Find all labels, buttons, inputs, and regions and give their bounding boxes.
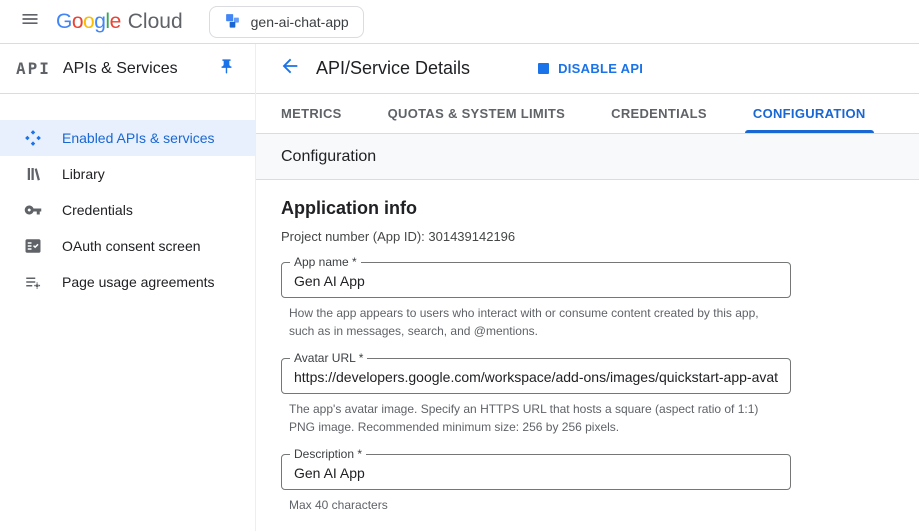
stop-square-icon bbox=[538, 63, 549, 74]
form-group-avatar-url: Avatar URL * The app's avatar image. Spe… bbox=[281, 358, 894, 436]
logo-cloud-text: Cloud bbox=[128, 10, 183, 34]
logo-letter: o bbox=[83, 10, 94, 34]
description-helper-text: Max 40 characters bbox=[281, 496, 787, 514]
avatar-url-field: Avatar URL * bbox=[281, 358, 791, 394]
tab-bar: METRICS QUOTAS & SYSTEM LIMITS CREDENTIA… bbox=[256, 94, 919, 134]
sidebar-title: APIs & Services bbox=[63, 60, 178, 78]
sidebar-item-enabled-apis[interactable]: Enabled APIs & services bbox=[0, 120, 255, 156]
description-field: Description * bbox=[281, 454, 791, 490]
form-group-description: Description * Max 40 characters bbox=[281, 454, 894, 514]
menu-button[interactable] bbox=[12, 4, 48, 40]
disable-api-label: DISABLE API bbox=[558, 61, 643, 76]
section-title: Configuration bbox=[281, 148, 376, 166]
tab-label: CONFIGURATION bbox=[753, 106, 866, 121]
sidebar-item-label: Enabled APIs & services bbox=[62, 130, 215, 146]
apis-services-logo-icon: API bbox=[16, 59, 51, 78]
list-settings-icon bbox=[24, 273, 42, 291]
app-name-label: App name * bbox=[290, 255, 361, 269]
google-cloud-logo[interactable]: Google Cloud bbox=[56, 10, 183, 34]
pin-icon bbox=[218, 58, 235, 80]
logo-letter: g bbox=[94, 10, 105, 34]
logo-letter: o bbox=[72, 10, 83, 34]
enabled-apis-icon bbox=[24, 129, 42, 147]
avatar-url-helper-text: The app's avatar image. Specify an HTTPS… bbox=[281, 400, 787, 436]
sidebar-nav: Enabled APIs & services Library Credenti… bbox=[0, 94, 255, 300]
tab-label: CREDENTIALS bbox=[611, 106, 707, 121]
sidebar-item-oauth-consent[interactable]: OAuth consent screen bbox=[0, 228, 255, 264]
tab-label: QUOTAS & SYSTEM LIMITS bbox=[388, 106, 566, 121]
back-button[interactable] bbox=[276, 55, 304, 83]
page-title: API/Service Details bbox=[316, 58, 470, 79]
sidebar-header: API APIs & Services bbox=[0, 44, 255, 94]
sidebar-item-label: Library bbox=[62, 166, 105, 182]
app-name-field: App name * bbox=[281, 262, 791, 298]
project-selector[interactable]: gen-ai-chat-app bbox=[209, 6, 364, 38]
section-header: Configuration bbox=[256, 134, 919, 180]
sidebar-item-page-usage-agreements[interactable]: Page usage agreements bbox=[0, 264, 255, 300]
logo-letter: G bbox=[56, 10, 72, 34]
top-bar: Google Cloud gen-ai-chat-app bbox=[0, 0, 919, 44]
tab-configuration[interactable]: CONFIGURATION bbox=[753, 94, 866, 133]
disable-api-button[interactable]: DISABLE API bbox=[538, 61, 643, 76]
tab-metrics[interactable]: METRICS bbox=[281, 94, 342, 133]
tab-label: METRICS bbox=[281, 106, 342, 121]
sidebar-item-label: OAuth consent screen bbox=[62, 238, 201, 254]
sidebar-item-label: Page usage agreements bbox=[62, 274, 215, 290]
project-number-text: Project number (App ID): 301439142196 bbox=[281, 229, 894, 244]
sidebar-item-library[interactable]: Library bbox=[0, 156, 255, 192]
form-group-app-name: App name * How the app appears to users … bbox=[281, 262, 894, 340]
pin-button[interactable] bbox=[213, 56, 239, 82]
sidebar-item-credentials[interactable]: Credentials bbox=[0, 192, 255, 228]
project-icon bbox=[224, 12, 241, 32]
tab-credentials[interactable]: CREDENTIALS bbox=[611, 94, 707, 133]
back-arrow-icon bbox=[279, 55, 301, 82]
application-info-heading: Application info bbox=[281, 198, 894, 219]
sidebar-item-label: Credentials bbox=[62, 202, 133, 218]
project-name: gen-ai-chat-app bbox=[251, 14, 349, 30]
tab-quotas[interactable]: QUOTAS & SYSTEM LIMITS bbox=[388, 94, 566, 133]
configuration-content: Application info Project number (App ID)… bbox=[256, 180, 919, 531]
logo-letter: e bbox=[110, 10, 121, 34]
hamburger-menu-icon bbox=[20, 9, 40, 34]
key-icon bbox=[24, 201, 42, 219]
page-header: API/Service Details DISABLE API bbox=[256, 44, 919, 94]
sidebar: API APIs & Services Enabled APIs & servi… bbox=[0, 44, 256, 531]
consent-screen-icon bbox=[24, 237, 42, 255]
main-panel: API/Service Details DISABLE API METRICS … bbox=[256, 44, 919, 531]
app-name-helper-text: How the app appears to users who interac… bbox=[281, 304, 787, 340]
library-icon bbox=[24, 165, 42, 183]
avatar-url-label: Avatar URL * bbox=[290, 351, 367, 365]
app-body: API APIs & Services Enabled APIs & servi… bbox=[0, 44, 919, 531]
description-label: Description * bbox=[290, 447, 366, 461]
